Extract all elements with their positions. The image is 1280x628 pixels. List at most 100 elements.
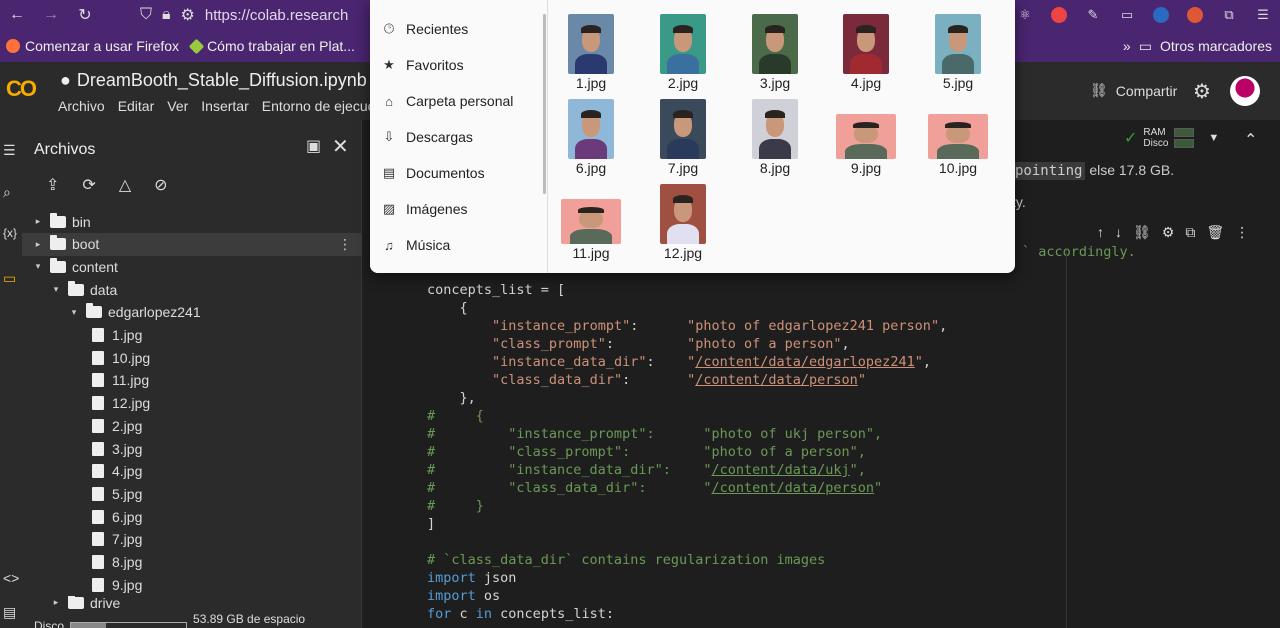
more-options-icon[interactable]: ⋮ [338,236,352,253]
vpn-extension-icon[interactable] [1144,0,1178,30]
chevron-right-icon[interactable]: ▸ [32,239,44,250]
terminal-icon[interactable]: ▤ [3,604,16,621]
image-thumbnail[interactable]: 10.jpg [928,99,988,176]
tree-folder[interactable]: ▸ drive [22,595,362,610]
settings-gear-icon[interactable]: ⚙︎ [1193,79,1211,104]
menu-ver[interactable]: Ver [167,98,188,114]
places-scrollbar[interactable] [543,14,546,194]
extensions-icon[interactable]: ⧉ [1212,0,1246,30]
close-icon[interactable]: ✕ [332,134,349,159]
thumbnail-label: 3.jpg [759,75,791,91]
tree-file[interactable]: 10.jpg [22,346,362,369]
variables-icon[interactable]: {x} [3,226,17,240]
place-item[interactable]: ▤ Documentos [382,163,485,183]
cell-settings-icon[interactable]: ⚙︎ [1162,224,1175,241]
link-icon[interactable]: ⛓︎ [1133,224,1151,241]
resource-indicator[interactable]: ✓ RAM Disco ▼ [1124,126,1219,150]
image-thumbnail[interactable]: 4.jpg [843,14,889,91]
tree-file[interactable]: 1.jpg [22,324,362,347]
search-icon[interactable]: ⌕ [3,184,11,201]
chevron-down-icon[interactable]: ▾ [50,284,62,295]
image-thumbnail[interactable]: 5.jpg [935,14,981,91]
chevron-right-icon[interactable]: ▸ [32,216,44,227]
menu-entorno[interactable]: Entorno de ejecució [262,98,386,114]
tree-file[interactable]: 7.jpg [22,528,362,551]
chevron-down-icon[interactable]: ▼ [1208,132,1219,144]
reload-icon[interactable]: ↻ [68,0,102,30]
forward-icon[interactable]: → [34,0,68,30]
delete-icon[interactable]: 🗑︎ [1206,224,1224,241]
duckduckgo-icon[interactable] [1178,0,1212,30]
tree-folder[interactable]: ▾ content [22,255,362,278]
tree-folder[interactable]: ▸ boot ⋮ [22,232,362,256]
tree-file[interactable]: 8.jpg [22,551,362,574]
place-item[interactable]: 🕑︎ Recientes [382,19,468,39]
chevron-down-icon[interactable]: ▾ [32,261,44,272]
avatar[interactable] [1230,76,1260,106]
colab-logo[interactable]: CO [6,76,37,102]
mirror-cell-icon[interactable]: ⧉ [1185,224,1195,241]
image-thumbnail[interactable]: 7.jpg [660,99,706,176]
tree-file[interactable]: 6.jpg [22,505,362,528]
menu-archivo[interactable]: Archivo [58,98,105,114]
image-thumbnail[interactable]: 12.jpg [660,184,706,261]
upload-icon[interactable]: ⇪ [46,175,59,195]
tree-file[interactable]: 5.jpg [22,482,362,505]
screen-extension-icon[interactable]: ▭ [1110,0,1144,30]
bookmark-firefox[interactable]: Comenzar a usar Firefox [0,38,185,54]
files-icon[interactable]: ▭ [3,270,16,287]
disk-usage: Disco 53.89 GB de espacio disponible [34,612,361,628]
permissions-icon[interactable]: ⚙︎ [181,5,195,25]
tree-folder[interactable]: ▾ edgarlopez241 [22,301,362,324]
other-bookmarks[interactable]: Otros marcadores [1160,38,1272,54]
back-icon[interactable]: ← [0,0,34,30]
place-item[interactable]: ♫ Música [382,235,450,255]
place-item[interactable]: ★ Favoritos [382,55,463,75]
refresh-folder-icon[interactable]: ⟳ [82,175,95,195]
notebook-title[interactable]: DreamBooth_Stable_Diffusion.ipynb [77,70,367,91]
bookmark-platzi[interactable]: Cómo trabajar en Plat... [185,38,361,54]
tree-file[interactable]: 9.jpg [22,573,362,596]
hide-files-icon[interactable]: ⊘ [154,175,167,195]
image-thumbnail[interactable]: 3.jpg [752,14,798,91]
tree-file[interactable]: 11.jpg [22,369,362,392]
tree-file[interactable]: 4.jpg [22,460,362,483]
thumbnail-photo [752,14,798,74]
adblock-icon[interactable] [1042,0,1076,30]
image-thumbnail[interactable]: 9.jpg [836,99,896,176]
place-item[interactable]: ⇩ Descargas [382,127,473,147]
pen-extension-icon[interactable]: ✎ [1076,0,1110,30]
image-thumbnail[interactable]: 6.jpg [568,99,614,176]
share-button[interactable]: ⛓︎ Compartir [1090,82,1177,99]
tree-folder[interactable]: ▸ bin [22,210,362,233]
tree-file[interactable]: 2.jpg [22,414,362,437]
tree-file[interactable]: 12.jpg [22,392,362,415]
lock-icon[interactable]: 🔒︎ [162,6,171,24]
chevron-double-right-icon[interactable]: » [1123,38,1131,54]
code-cell[interactable]: concepts_list = [ { "instance_prompt": "… [427,281,947,623]
place-item[interactable]: ▨ Imágenes [382,199,468,219]
more-options-icon[interactable]: ⋮ [1235,224,1249,241]
browser-menu-icon[interactable]: ☰ [1246,0,1280,30]
table-of-contents-icon[interactable]: ☰ [3,142,16,159]
open-in-tab-icon[interactable]: ▣ [306,136,321,156]
place-item[interactable]: ⌂ Carpeta personal [382,91,513,111]
mount-drive-icon[interactable]: △ [119,175,131,195]
chevron-up-icon[interactable]: ⌃ [1244,130,1257,150]
menu-insertar[interactable]: Insertar [201,98,248,114]
image-thumbnail[interactable]: 2.jpg [660,14,706,91]
move-down-icon[interactable]: ↓ [1115,224,1122,241]
tree-folder[interactable]: ▾ data [22,278,362,301]
code-snippets-icon[interactable]: <> [3,570,19,586]
image-thumbnail[interactable]: 1.jpg [568,14,614,91]
url-field[interactable]: https://colab.research [205,7,348,24]
menu-editar[interactable]: Editar [118,98,155,114]
move-up-icon[interactable]: ↑ [1097,224,1104,241]
shield-icon[interactable]: ⛉ [140,6,152,24]
image-icon: ▨ [382,201,396,216]
tree-file[interactable]: 3.jpg [22,437,362,460]
chevron-right-icon[interactable]: ▸ [50,597,62,608]
image-thumbnail[interactable]: 8.jpg [752,99,798,176]
chevron-down-icon[interactable]: ▾ [68,307,80,318]
image-thumbnail[interactable]: 11.jpg [561,184,621,261]
